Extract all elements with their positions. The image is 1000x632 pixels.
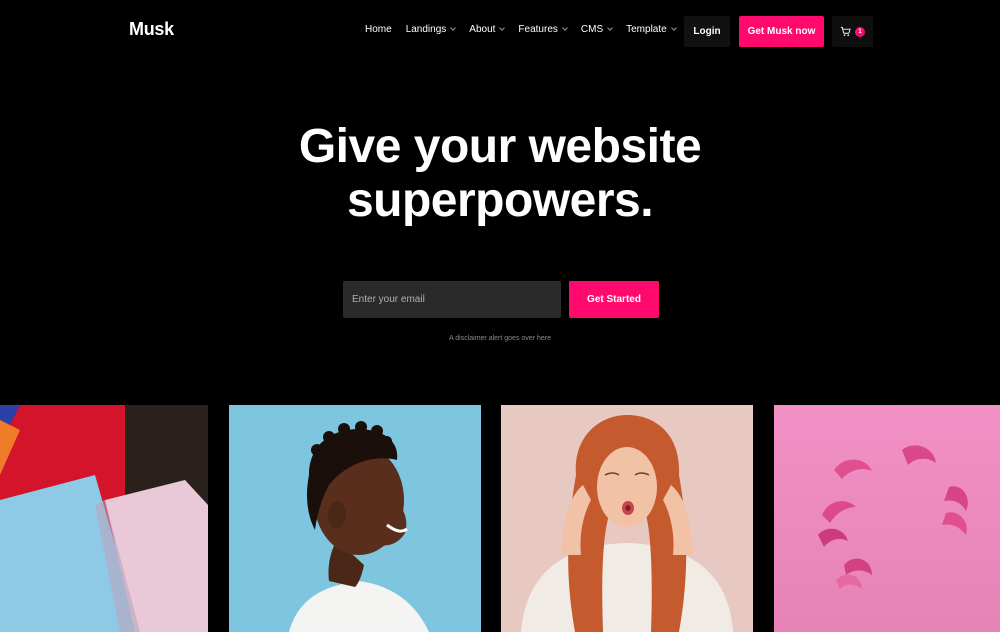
nav-item-label: Home xyxy=(365,24,392,35)
gallery-image-woman xyxy=(501,405,753,632)
nav-item-template[interactable]: Template xyxy=(626,24,677,35)
cart-button[interactable]: 1 xyxy=(832,16,873,47)
get-musk-now-button[interactable]: Get Musk now xyxy=(739,16,824,47)
hero-title-line-1: Give your website xyxy=(298,120,702,173)
disclaimer-text: A disclaimer alert goes over here xyxy=(449,335,551,342)
nav-item-about[interactable]: About xyxy=(469,24,506,35)
nav-item-features[interactable]: Features xyxy=(518,24,568,35)
nav-item-label: Template xyxy=(626,24,667,35)
chevron-down-icon xyxy=(562,24,568,31)
login-button[interactable]: Login xyxy=(684,16,730,47)
hero-title-line-2: superpowers. xyxy=(346,174,654,227)
hero-title: Give your website superpowers. xyxy=(0,120,1000,228)
chevron-down-icon xyxy=(607,24,613,31)
nav-item-landings[interactable]: Landings xyxy=(405,24,457,35)
main-menu: Home Landings About Features CMS Templat… xyxy=(365,24,690,35)
gallery-image-man xyxy=(229,405,481,632)
paper-sheets-illustration xyxy=(0,405,208,632)
nav-item-home[interactable]: Home xyxy=(365,24,392,35)
chevron-down-icon xyxy=(670,24,677,31)
chevron-down-icon xyxy=(499,24,506,31)
nav-item-label: CMS xyxy=(580,24,604,35)
top-navbar: Musk Home Landings About Features CMS Te… xyxy=(0,0,1000,64)
nav-item-label: About xyxy=(469,24,496,35)
chevron-down-icon xyxy=(450,24,457,31)
get-started-button[interactable]: Get Started xyxy=(569,281,659,318)
cart-count-badge: 1 xyxy=(855,26,865,37)
logo[interactable]: Musk xyxy=(129,19,174,40)
nav-item-label: Features xyxy=(518,24,558,35)
man-portrait-illustration xyxy=(229,405,481,632)
gallery-image-shapes xyxy=(774,405,1000,632)
gallery-image-paper xyxy=(0,405,208,632)
woman-portrait-illustration xyxy=(501,405,753,632)
nav-item-cms[interactable]: CMS xyxy=(580,24,613,35)
nav-item-label: Landings xyxy=(405,24,447,35)
email-input[interactable] xyxy=(343,281,561,318)
floating-shapes-illustration xyxy=(774,405,1000,632)
cart-icon xyxy=(840,26,851,36)
